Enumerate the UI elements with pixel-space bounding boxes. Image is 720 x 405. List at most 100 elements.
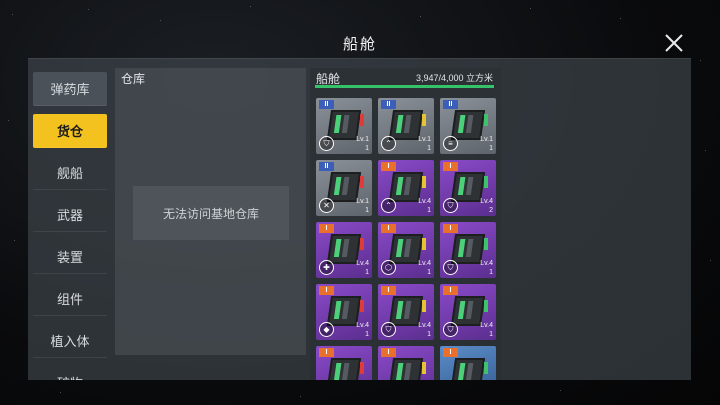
tier-badge: I	[443, 162, 458, 171]
item-level: Lv.1	[356, 136, 369, 143]
cargo-hold-panel: 船舱 3,947/4,000 立方米 II ⛉ Lv.1 1 II ⌃ Lv.1 1 II ≡ Lv…	[310, 68, 501, 380]
sidebar-item-weapons[interactable]: 武器	[33, 198, 107, 232]
item-count: 1	[365, 207, 369, 214]
sidebar-item-ammo[interactable]: 弹药库	[33, 72, 107, 106]
tier-badge: I	[443, 286, 458, 295]
item-level: Lv.4	[480, 322, 493, 329]
close-button[interactable]	[662, 31, 686, 55]
tier-badge: I	[381, 224, 396, 233]
sidebar-item-devices[interactable]: 装置	[33, 240, 107, 274]
chevron-up-icon: ⌃	[381, 136, 396, 151]
tier-badge: I	[443, 224, 458, 233]
module-stripe	[360, 114, 364, 126]
hold-item-tile[interactable]: I	[440, 346, 496, 380]
item-count: 1	[489, 331, 493, 338]
sidebar-item-label: 货仓	[56, 124, 83, 139]
item-count: 1	[427, 269, 431, 276]
sidebar-item-cargo[interactable]: 货仓	[33, 114, 107, 148]
tier-badge: I	[381, 348, 396, 357]
sidebar-item-label: 植入体	[50, 334, 90, 349]
item-count: 1	[427, 207, 431, 214]
warehouse-unavailable-message: 无法访问基地仓库	[133, 186, 289, 240]
item-count: 1	[365, 331, 369, 338]
hold-item-tile[interactable]: II ⛉ Lv.1 1	[316, 98, 372, 154]
shield-icon: ⛉	[443, 260, 458, 275]
module-stripe	[484, 176, 488, 188]
tier-badge: I	[381, 162, 396, 171]
item-count: 1	[365, 269, 369, 276]
close-icon	[665, 34, 683, 52]
item-level: Lv.1	[480, 136, 493, 143]
cross-icon: ✚	[319, 260, 334, 275]
module-icon	[450, 358, 486, 380]
tier-badge: I	[319, 224, 334, 233]
module-stripe	[422, 114, 426, 126]
tier-badge: I	[381, 286, 396, 295]
sidebar-item-label: 武器	[56, 208, 83, 223]
capacity-bar	[315, 85, 496, 88]
hold-item-tile[interactable]: I ✚ Lv.4 1	[316, 222, 372, 278]
hold-item-tile[interactable]: I ⛉ Lv.4 2	[440, 160, 496, 216]
item-level: Lv.4	[480, 260, 493, 267]
module-stripe	[422, 362, 426, 374]
hold-item-tile[interactable]: I	[378, 346, 434, 380]
shield-icon: ⛉	[443, 198, 458, 213]
sidebar-item-label: 装置	[56, 250, 83, 265]
tier-badge: II	[319, 162, 334, 171]
shield-icon: ⛉	[319, 136, 334, 151]
warehouse-title: 仓库	[121, 72, 146, 86]
module-stripe	[422, 238, 426, 250]
item-count: 1	[427, 331, 431, 338]
hold-item-tile[interactable]: I ⛉ Lv.4 1	[440, 284, 496, 340]
module-stripe	[360, 362, 364, 374]
item-count: 1	[489, 269, 493, 276]
module-stripe	[360, 176, 364, 188]
hold-item-tile[interactable]: I ⬡ Lv.4 1	[378, 222, 434, 278]
sidebar-item-ships[interactable]: 舰船	[33, 156, 107, 190]
item-count: 1	[427, 145, 431, 152]
sidebar-item-label: 矿物	[57, 373, 83, 380]
tier-badge: I	[319, 286, 334, 295]
warehouse-message-text: 无法访问基地仓库	[162, 206, 259, 221]
hold-item-tile[interactable]: II ✕ Lv.1 1	[316, 160, 372, 216]
item-level: Lv.4	[480, 198, 493, 205]
item-level: Lv.4	[356, 260, 369, 267]
hold-item-tile[interactable]: I ⛉ Lv.4 1	[378, 284, 434, 340]
drop-icon: ◆	[319, 322, 334, 337]
hold-item-tile[interactable]: I	[316, 346, 372, 380]
capacity-bar-fill	[315, 85, 494, 88]
sidebar-item-implants[interactable]: 植入体	[33, 324, 107, 358]
hold-item-tile[interactable]: I ⛉ Lv.4 1	[440, 222, 496, 278]
bars-icon: ≡	[443, 136, 458, 151]
title-bar: 船舱	[0, 27, 720, 60]
module-stripe	[484, 300, 488, 312]
item-level: Lv.4	[356, 322, 369, 329]
tier-badge: II	[443, 100, 458, 109]
hold-item-tile[interactable]: I ⌃ Lv.4 1	[378, 160, 434, 216]
item-level: Lv.4	[418, 198, 431, 205]
sidebar-item-components[interactable]: 组件	[33, 282, 107, 316]
window-title: 船舱	[342, 36, 377, 53]
module-icon	[388, 358, 424, 380]
sidebar-item-minerals[interactable]: 矿物	[33, 366, 107, 380]
tier-badge: I	[443, 348, 458, 357]
hold-item-tile[interactable]: II ≡ Lv.1 1	[440, 98, 496, 154]
hold-capacity-text: 3,947/4,000 立方米	[415, 73, 493, 83]
item-level: Lv.4	[418, 322, 431, 329]
hold-item-tile[interactable]: I ◆ Lv.4 1	[316, 284, 372, 340]
item-count: 1	[365, 145, 369, 152]
shield-icon: ⛉	[443, 322, 458, 337]
hold-item-tile[interactable]: II ⌃ Lv.1 1	[378, 98, 434, 154]
module-stripe	[422, 176, 426, 188]
chevron-up-icon: ⌃	[381, 198, 396, 213]
hexagon-icon: ⬡	[381, 260, 396, 275]
sidebar-item-label: 弹药库	[50, 82, 90, 97]
shield-icon: ⛉	[381, 322, 396, 337]
item-count: 1	[489, 145, 493, 152]
sidebar-item-label: 组件	[56, 292, 83, 307]
tier-badge: I	[319, 348, 334, 357]
tier-badge: II	[381, 100, 396, 109]
module-stripe	[484, 362, 488, 374]
module-stripe	[422, 300, 426, 312]
category-sidebar: 弹药库 货仓 舰船 武器 装置 组件 植入体 矿物	[33, 72, 107, 380]
